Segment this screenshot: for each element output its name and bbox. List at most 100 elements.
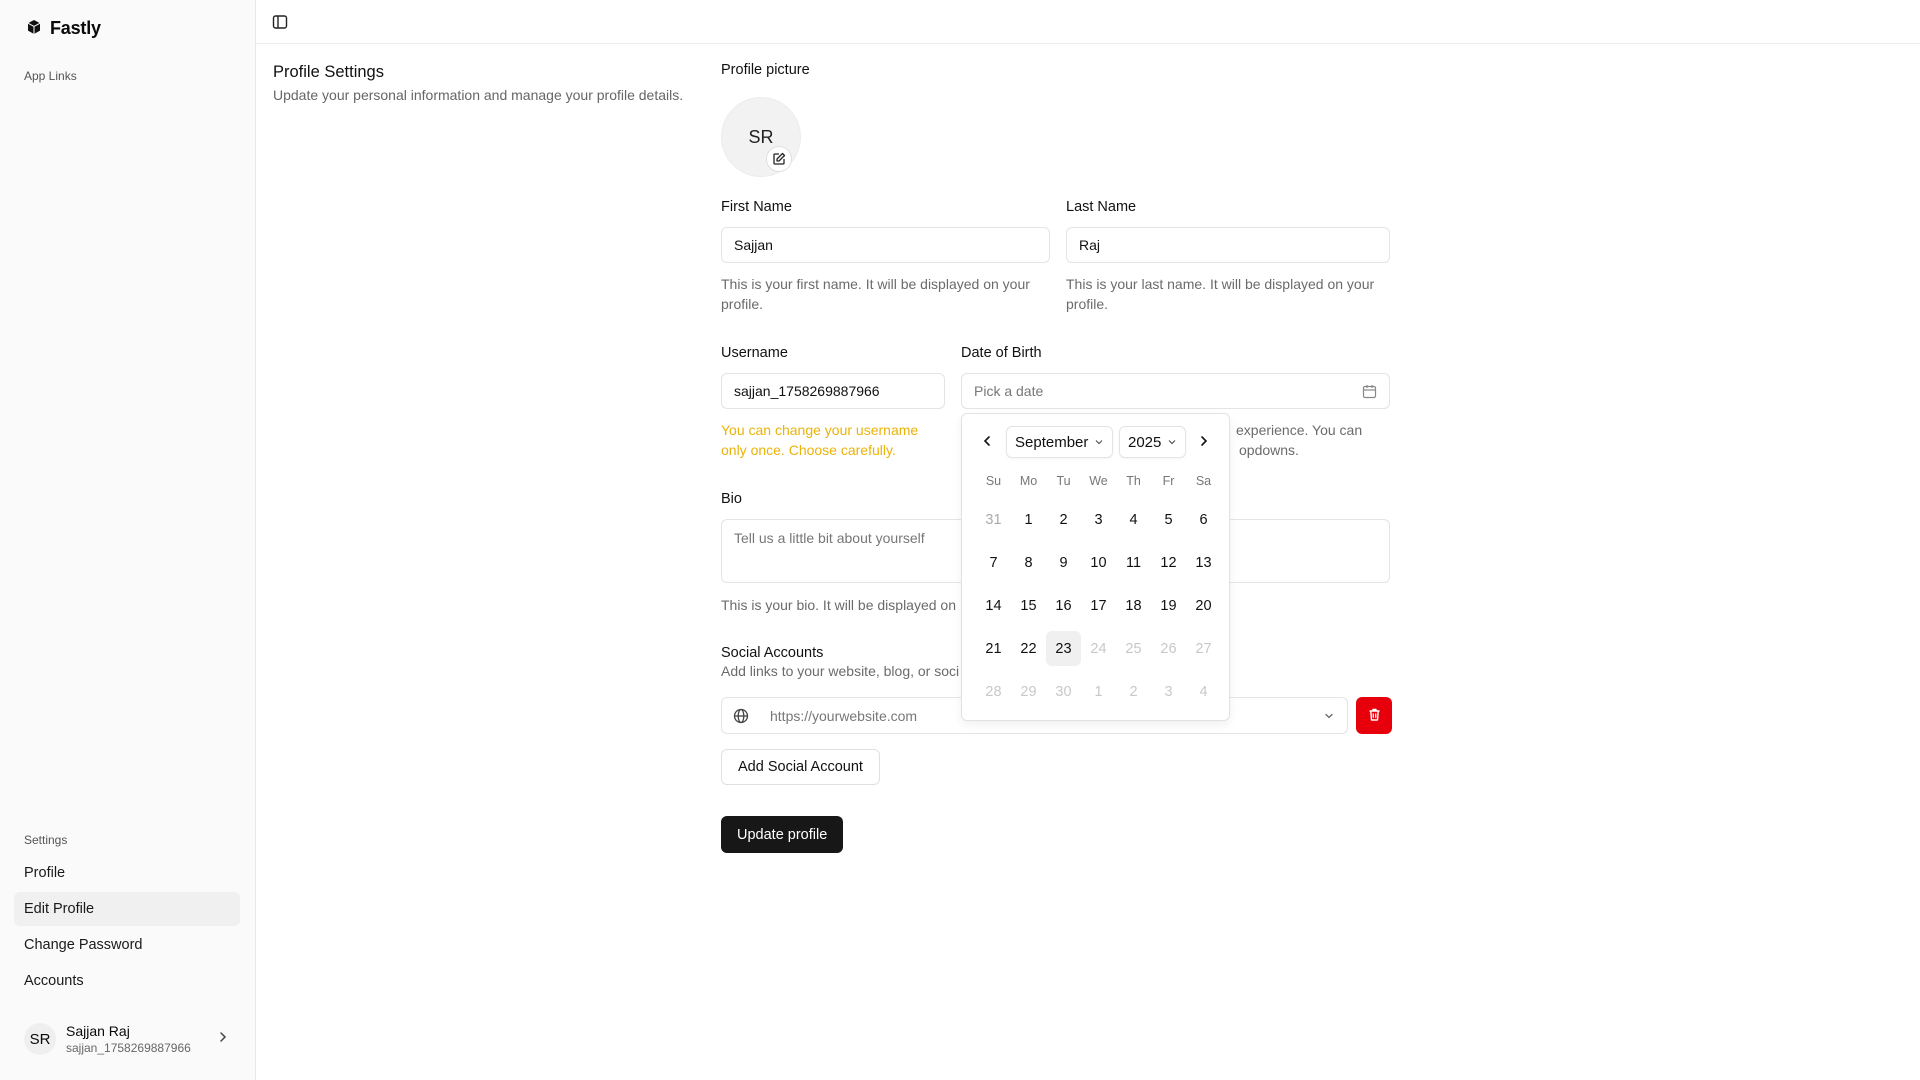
last-name-label: Last Name xyxy=(1066,199,1137,215)
calendar-day[interactable]: 7 xyxy=(976,545,1011,580)
globe-icon xyxy=(722,708,760,724)
calendar-day: 25 xyxy=(1125,640,1142,657)
dob-placeholder: Pick a date xyxy=(974,383,1044,399)
social-accounts-label: Social Accounts xyxy=(721,645,824,661)
username-label: Username xyxy=(721,345,788,361)
calendar-day: 4 xyxy=(1199,683,1208,700)
weekday-label: Sa xyxy=(1195,474,1212,488)
dob-help-line1: experience. You can xyxy=(1236,422,1363,438)
calendar-day-today[interactable]: 23 xyxy=(1046,631,1081,666)
first-name-field[interactable]: Sajjan xyxy=(721,227,1050,263)
first-name-help: This is your first name. It will be disp… xyxy=(721,276,1030,312)
sidebar: Fastly App Links Settings Profile Edit P… xyxy=(0,0,256,1080)
brand[interactable]: Fastly xyxy=(26,18,101,39)
calendar-day[interactable]: 16 xyxy=(1046,588,1081,623)
year-select[interactable]: 2025 xyxy=(1119,426,1187,458)
calendar-day[interactable]: 9 xyxy=(1046,545,1081,580)
calendar-day[interactable]: 20 xyxy=(1186,588,1221,623)
sidebar-item-edit-profile[interactable]: Edit Profile xyxy=(14,892,240,926)
chevron-down-icon xyxy=(1167,434,1177,451)
weekday-row: Su Mo Tu We Th Fr Sa xyxy=(976,474,1221,494)
username-field[interactable]: sajjan_1758269887966 xyxy=(721,373,945,409)
brand-name: Fastly xyxy=(50,18,101,38)
calendar-day[interactable]: 10 xyxy=(1081,545,1116,580)
calendar-day[interactable]: 17 xyxy=(1081,588,1116,623)
calendar-week: 7 8 9 10 11 12 13 xyxy=(976,545,1221,588)
sidebar-item-accounts[interactable]: Accounts xyxy=(14,964,240,998)
chevron-left-icon[interactable] xyxy=(980,434,994,451)
calendar-day[interactable]: 2 xyxy=(1046,502,1081,537)
user-handle: sajjan_1758269887966 xyxy=(66,1041,191,1055)
calendar-day[interactable]: 8 xyxy=(1011,545,1046,580)
calendar-day[interactable]: 3 xyxy=(1081,502,1116,537)
weekday-label: We xyxy=(1089,474,1108,488)
calendar-day[interactable]: 18 xyxy=(1116,588,1151,623)
add-social-account-button[interactable]: Add Social Account xyxy=(721,749,880,785)
calendar-day[interactable]: 15 xyxy=(1011,588,1046,623)
group-label-settings: Settings xyxy=(24,833,68,847)
sidebar-toggle-icon[interactable] xyxy=(270,12,290,32)
topbar xyxy=(256,0,1920,44)
last-name-field[interactable]: Raj xyxy=(1066,227,1390,263)
calendar-day: 30 xyxy=(1055,683,1072,700)
username-warning: You can change your username only once. … xyxy=(721,422,919,458)
calendar-day: 2 xyxy=(1129,683,1138,700)
dob-date-picker[interactable]: Pick a date xyxy=(961,373,1390,409)
calendar-day[interactable]: 12 xyxy=(1151,545,1186,580)
calendar-day: 3 xyxy=(1164,683,1173,700)
user-info: Sajjan Raj sajjan_1758269887966 xyxy=(66,1023,191,1055)
chevron-down-icon xyxy=(1094,434,1104,451)
calendar-day[interactable]: 22 xyxy=(1011,631,1046,666)
weekday-label: Mo xyxy=(1019,474,1038,488)
calendar-day: 24 xyxy=(1090,640,1107,657)
social-url-placeholder: https://yourwebsite.com xyxy=(770,707,918,724)
calendar-week: 28 29 30 1 2 3 4 xyxy=(976,674,1221,717)
day-rows: 31 1 2 3 4 5 6 7 8 9 10 11 12 13 14 15 16 17 18 19 20 21 22 23 2… xyxy=(976,502,1221,717)
calendar-week: 21 22 23 24 25 26 27 xyxy=(976,631,1221,674)
main-content: Profile Settings Update your personal in… xyxy=(256,0,1920,1080)
group-label-app-links: App Links xyxy=(24,69,77,83)
calendar-day: 26 xyxy=(1160,640,1177,657)
calendar-header: September 2025 xyxy=(962,426,1229,458)
delete-social-button[interactable] xyxy=(1356,697,1392,734)
user-name: Sajjan Raj xyxy=(66,1023,130,1039)
chevron-right-icon xyxy=(216,1030,230,1047)
calendar-day[interactable]: 11 xyxy=(1116,545,1151,580)
cube-logo-icon xyxy=(26,19,42,38)
chevron-down-icon[interactable] xyxy=(1323,709,1335,725)
calendar-day[interactable]: 1 xyxy=(1011,502,1046,537)
calendar-day: 1 xyxy=(1094,683,1103,700)
month-select[interactable]: September xyxy=(1006,426,1114,458)
weekday-label: Th xyxy=(1126,474,1141,488)
edit-icon[interactable] xyxy=(766,146,792,172)
chevron-right-icon[interactable] xyxy=(1197,434,1211,451)
page-subtitle: Update your personal information and man… xyxy=(273,87,684,103)
avatar: SR xyxy=(24,1023,56,1055)
sidebar-item-change-password[interactable]: Change Password xyxy=(14,928,240,962)
weekday-label: Fr xyxy=(1162,474,1175,488)
dob-help-line2: opdowns. xyxy=(1239,442,1299,458)
page-title: Profile Settings xyxy=(273,63,384,81)
calendar-day[interactable]: 6 xyxy=(1186,502,1221,537)
calendar-day[interactable]: 21 xyxy=(976,631,1011,666)
calendar-day: 29 xyxy=(1020,683,1037,700)
settings-nav: Profile Edit Profile Change Password Acc… xyxy=(14,856,240,1000)
calendar-day[interactable]: 31 xyxy=(976,502,1011,537)
month-value: September xyxy=(1015,433,1089,451)
calendar-day[interactable]: 5 xyxy=(1151,502,1186,537)
calendar-day[interactable]: 14 xyxy=(976,588,1011,623)
update-profile-button[interactable]: Update profile xyxy=(721,816,844,853)
weekday-label: Su xyxy=(985,474,1002,488)
calendar-grid: Su Mo Tu We Th Fr Sa 31 1 2 3 4 5 6 7 8 9 10 11 12 13 14 15 16… xyxy=(976,474,1221,717)
calendar-day[interactable]: 19 xyxy=(1151,588,1186,623)
user-menu[interactable]: SR Sajjan Raj sajjan_1758269887966 xyxy=(14,1018,240,1060)
calendar-day[interactable]: 13 xyxy=(1186,545,1221,580)
first-name-label: First Name xyxy=(721,199,792,215)
bio-label: Bio xyxy=(721,491,742,507)
trash-icon xyxy=(1367,707,1382,725)
sidebar-item-profile[interactable]: Profile xyxy=(14,856,240,890)
profile-picture-label: Profile picture xyxy=(721,62,810,78)
calendar-day[interactable]: 4 xyxy=(1116,502,1151,537)
last-name-help: This is your last name. It will be displ… xyxy=(1066,276,1375,312)
calendar-icon xyxy=(1362,384,1377,402)
